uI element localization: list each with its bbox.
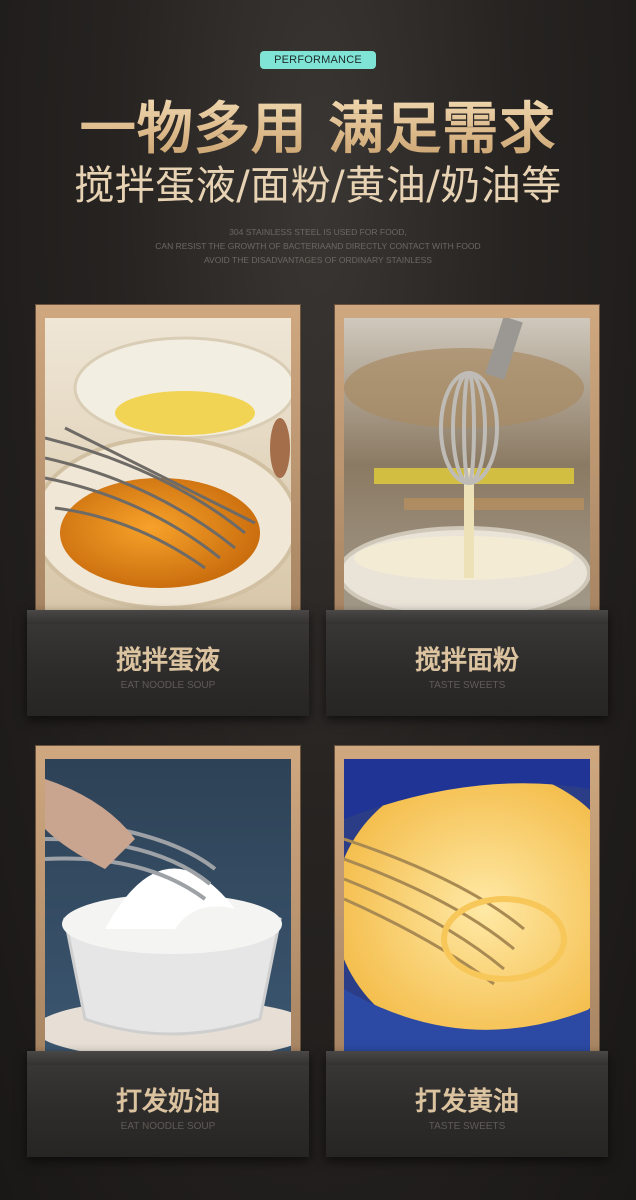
- card-base: 搅拌面粉 TASTE SWEETS: [326, 610, 608, 716]
- batter-whisk-photo: [344, 318, 590, 612]
- english-line: 304 STAINLESS STEEL IS USED FOR FOOD,: [229, 227, 407, 237]
- card-sub: EAT NOODLE SOUP: [120, 680, 216, 691]
- card-batter: 搅拌面粉 TASTE SWEETS: [326, 304, 608, 716]
- card-frame: [35, 745, 301, 1055]
- card-cream: 打发奶油 EAT NOODLE SOUP: [27, 745, 309, 1157]
- card-base: 搅拌蛋液 EAT NOODLE SOUP: [27, 610, 309, 716]
- card-frame: [334, 745, 600, 1055]
- card-label: 搅拌面粉: [414, 646, 519, 676]
- english-line: AVOID THE DISADVANTAGES OF ORDINARY STAI…: [204, 255, 432, 265]
- card-egg: 搅拌蛋液 EAT NOODLE SOUP: [27, 304, 309, 716]
- card-label: 打发黄油: [414, 1087, 519, 1117]
- page-subtitle: 搅拌蛋液/面粉/黄油/奶油等: [74, 163, 562, 209]
- egg-whisk-photo: [45, 318, 291, 612]
- performance-badge: PERFORMANCE: [260, 51, 376, 69]
- butter-whisk-photo: [344, 759, 590, 1053]
- card-label: 搅拌蛋液: [115, 646, 220, 676]
- card-frame: [35, 304, 301, 614]
- card-frame: [334, 304, 600, 614]
- card-label: 打发奶油: [115, 1087, 220, 1117]
- card-butter: 打发黄油 TASTE SWEETS: [326, 745, 608, 1157]
- card-sub: TASTE SWEETS: [428, 1121, 506, 1132]
- card-sub: TASTE SWEETS: [428, 680, 506, 691]
- card-sub: EAT NOODLE SOUP: [120, 1121, 216, 1132]
- english-description: 304 STAINLESS STEEL IS USED FOR FOOD, CA…: [0, 225, 636, 267]
- card-base: 打发奶油 EAT NOODLE SOUP: [27, 1051, 309, 1157]
- card-base: 打发黄油 TASTE SWEETS: [326, 1051, 608, 1157]
- cream-whisk-photo: [45, 759, 291, 1053]
- english-line: CAN RESIST THE GROWTH OF BACTERIAAND DIR…: [155, 241, 481, 251]
